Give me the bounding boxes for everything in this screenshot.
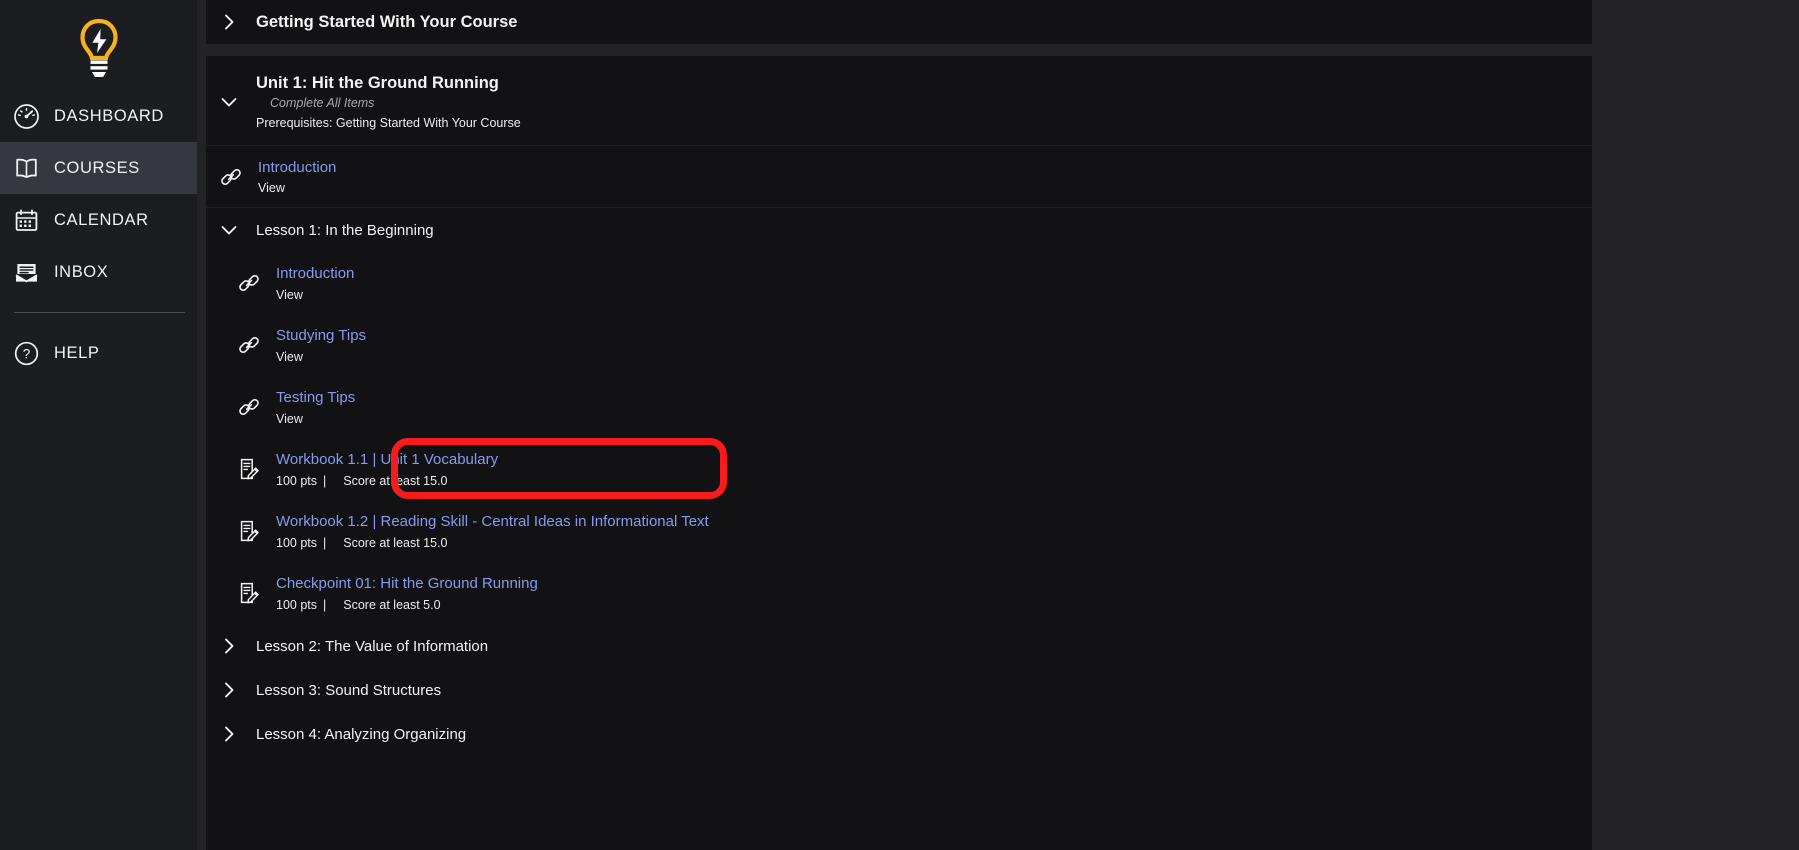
module-item-link[interactable]: Studying Tips xyxy=(276,326,366,346)
module-card-unit-1: Unit 1: Hit the Ground Running Complete … xyxy=(206,56,1592,850)
module-item-meta: View xyxy=(276,349,303,364)
lesson-label: Lesson 2: The Value of Information xyxy=(256,637,489,655)
item-requirement: Score at least 5.0 xyxy=(343,597,441,612)
calendar-icon xyxy=(12,206,40,234)
chevron-right-icon[interactable] xyxy=(218,635,240,657)
item-divider: | xyxy=(323,597,327,612)
lesson-header-lesson-3[interactable]: Lesson 3: Sound Structures xyxy=(206,668,1592,712)
module-subtitle: Complete All Items xyxy=(270,95,375,110)
lesson-header-lesson-4[interactable]: Lesson 4: Analyzing Organizing xyxy=(206,712,1592,756)
item-points: 100 pts xyxy=(276,597,318,612)
book-icon xyxy=(12,154,40,182)
module-item-meta: View xyxy=(276,411,303,426)
module-item-link[interactable]: Introduction xyxy=(258,158,336,178)
chevron-down-icon[interactable] xyxy=(218,219,240,241)
sidebar-item-label: DASHBOARD xyxy=(54,106,164,125)
course-modules-panel: Getting Started With Your Course Unit 1:… xyxy=(197,0,1799,850)
module-item-link[interactable]: Workbook 1.2 | Reading Skill - Central I… xyxy=(276,512,709,532)
module-item-meta: View xyxy=(258,181,285,196)
module-card-getting-started: Getting Started With Your Course xyxy=(206,0,1592,44)
sidebar-item-label: HELP xyxy=(54,343,100,362)
item-requirement: Score at least 15.0 xyxy=(343,535,448,550)
global-navigation-sidebar: DASHBOARD COURSES CALENDAR INBOX ? HELP xyxy=(0,0,197,850)
sidebar-item-calendar[interactable]: CALENDAR xyxy=(0,194,197,246)
sidebar-item-label: COURSES xyxy=(54,158,140,177)
module-prerequisites: Prerequisites: Getting Started With Your… xyxy=(256,115,521,130)
lesson-label: Lesson 1: In the Beginning xyxy=(256,221,434,239)
envelope-icon xyxy=(12,258,40,286)
chevron-right-icon[interactable] xyxy=(218,723,240,745)
assignment-icon xyxy=(236,456,262,482)
item-points: 100 pts xyxy=(276,473,318,488)
gauge-icon xyxy=(12,102,40,130)
module-item-link[interactable]: Introduction xyxy=(276,264,354,284)
module-item-link[interactable]: Workbook 1.1 | Unit 1 Vocabulary xyxy=(276,450,498,470)
module-item-row-workbook-1-1[interactable]: Workbook 1.1 | Unit 1 Vocabulary 100 pts… xyxy=(206,438,1592,500)
module-item-meta: 100 pts | Score at least 15.0 xyxy=(276,536,709,550)
assignment-icon xyxy=(236,518,262,544)
link-icon xyxy=(218,164,244,190)
module-item-row[interactable]: Testing Tips View xyxy=(206,376,1592,438)
item-points: 100 pts xyxy=(276,535,318,550)
module-item-row[interactable]: Introduction View xyxy=(206,252,1592,314)
module-header-getting-started[interactable]: Getting Started With Your Course xyxy=(206,0,1592,44)
module-item-row[interactable]: Introduction View xyxy=(206,146,1592,208)
sidebar-item-help[interactable]: ? HELP xyxy=(0,327,197,379)
item-divider: | xyxy=(323,535,327,550)
module-item-row[interactable]: Studying Tips View xyxy=(206,314,1592,376)
lesson-header-lesson-1[interactable]: Lesson 1: In the Beginning xyxy=(206,208,1592,252)
module-item-meta: 100 pts | Score at least 15.0 xyxy=(276,474,498,488)
lesson-1-items: Introduction View Studying Tips View Tes… xyxy=(206,252,1592,624)
lesson-label: Lesson 3: Sound Structures xyxy=(256,681,442,699)
question-circle-icon: ? xyxy=(12,339,40,367)
chevron-down-icon[interactable] xyxy=(218,91,240,113)
module-header-unit-1[interactable]: Unit 1: Hit the Ground Running Complete … xyxy=(206,56,1592,146)
link-icon xyxy=(236,394,262,420)
lesson-label: Lesson 4: Analyzing Organizing xyxy=(256,725,467,743)
item-divider: | xyxy=(323,473,327,488)
brand-logo[interactable] xyxy=(0,8,197,90)
sidebar-divider xyxy=(14,312,185,313)
lightbulb-logo-icon xyxy=(76,18,122,80)
module-item-link[interactable]: Testing Tips xyxy=(276,388,355,408)
svg-text:?: ? xyxy=(22,346,30,361)
chevron-right-icon[interactable] xyxy=(218,679,240,701)
link-icon xyxy=(236,270,262,296)
sidebar-item-courses[interactable]: COURSES xyxy=(0,142,197,194)
app-root: DASHBOARD COURSES CALENDAR INBOX ? HELP … xyxy=(0,0,1799,850)
link-icon xyxy=(236,332,262,358)
module-title: Getting Started With Your Course xyxy=(256,12,518,31)
sidebar-item-label: INBOX xyxy=(54,262,109,281)
module-title: Unit 1: Hit the Ground Running xyxy=(256,73,499,92)
module-item-link[interactable]: Checkpoint 01: Hit the Ground Running xyxy=(276,574,538,594)
sidebar-item-label: CALENDAR xyxy=(54,210,149,229)
module-item-meta: 100 pts | Score at least 5.0 xyxy=(276,598,538,612)
module-item-meta: View xyxy=(276,287,303,302)
module-item-row-workbook-1-2[interactable]: Workbook 1.2 | Reading Skill - Central I… xyxy=(206,500,1592,562)
assignment-icon xyxy=(236,580,262,606)
lesson-header-lesson-2[interactable]: Lesson 2: The Value of Information xyxy=(206,624,1592,668)
sidebar-item-inbox[interactable]: INBOX xyxy=(0,246,197,298)
chevron-right-icon[interactable] xyxy=(218,11,240,33)
module-item-row-checkpoint-01[interactable]: Checkpoint 01: Hit the Ground Running 10… xyxy=(206,562,1592,624)
sidebar-item-dashboard[interactable]: DASHBOARD xyxy=(0,90,197,142)
item-requirement: Score at least 15.0 xyxy=(343,473,448,488)
